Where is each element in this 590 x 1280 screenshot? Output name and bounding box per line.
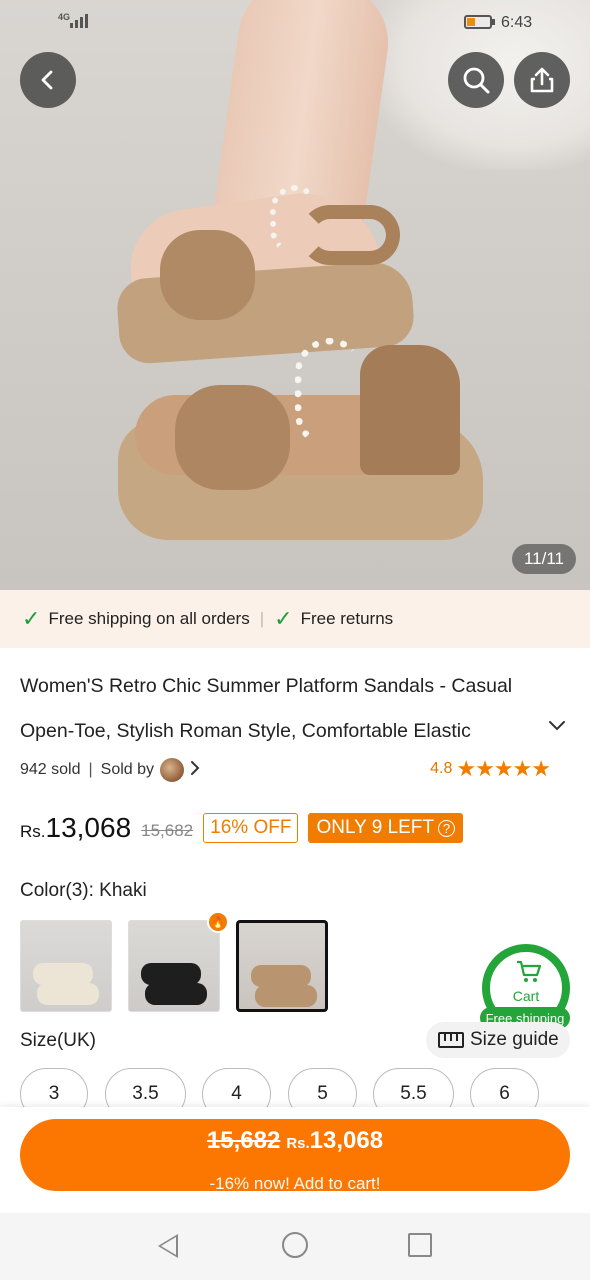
discount-badge: 16% OFF [203, 813, 299, 843]
flame-icon: 🔥 [207, 911, 229, 933]
divider: | [259, 609, 265, 628]
ruler-icon [438, 1032, 464, 1048]
cta-original-price: 15,682 [206, 1127, 281, 1154]
sold-by-label[interactable]: Sold by [101, 761, 154, 779]
check-icon: ✓ [22, 606, 41, 631]
sold-count: 942 sold [20, 761, 81, 778]
cta-subtitle: -16% now! Add to cart! [209, 1174, 381, 1191]
swatch-shoe [37, 983, 99, 1005]
share-icon [530, 67, 554, 93]
status-bar: 4G 6:43 [0, 0, 590, 44]
rating[interactable]: 4.8 ★★★★★ [430, 756, 551, 782]
network-type: 4G [58, 12, 71, 22]
currency: Rs. [20, 822, 46, 841]
stock-text: ONLY 9 LEFT [316, 817, 435, 838]
rating-score: 4.8 [430, 760, 453, 777]
chevron-right-icon[interactable] [190, 760, 200, 781]
cta-price: 15,682 Rs.13,068 [20, 1127, 570, 1155]
price-row: Rs. 13,068 15,682 16% OFF ONLY 9 LEFT ? [20, 806, 464, 850]
swatch-shoe [255, 985, 317, 1007]
product-title: Women'S Retro Chic Summer Platform Sanda… [20, 675, 513, 742]
swatch-shoe [145, 983, 207, 1005]
color-label: Color(3): Khaki [20, 880, 147, 901]
cart-icon [516, 960, 542, 990]
swatch-shoe [141, 963, 201, 985]
swatch-shoe [33, 963, 93, 985]
swatch-shoe [251, 965, 311, 987]
clock: 6:43 [501, 14, 533, 31]
size-guide-label: Size guide [470, 1029, 559, 1050]
add-to-cart-button[interactable]: 15,682 Rs.13,068 -16% now! Add to cart! [20, 1119, 570, 1191]
system-nav-bar [0, 1213, 590, 1280]
current-price: 13,068 [45, 812, 132, 843]
cta-current-price: 13,068 [309, 1127, 384, 1154]
nav-back-icon[interactable] [158, 1234, 178, 1258]
battery-icon [464, 15, 492, 29]
divider: | [88, 761, 93, 778]
color-swatch-white[interactable] [20, 920, 112, 1012]
seller-avatar[interactable] [160, 758, 185, 782]
shipping-banner[interactable]: ✓ Free shipping on all orders | ✓ Free r… [0, 590, 590, 648]
search-button[interactable] [448, 52, 504, 108]
star-rating-icon: ★★★★★ [456, 756, 551, 781]
free-returns-text: Free returns [300, 609, 394, 628]
battery-tip [492, 19, 495, 25]
color-swatch-black[interactable] [128, 920, 220, 1012]
original-price: 15,682 [141, 821, 194, 840]
chevron-down-icon[interactable] [548, 716, 566, 737]
image-pearl-strap [295, 338, 365, 448]
image-pearl-strap [270, 185, 320, 255]
image-sandal-heel-strap [360, 345, 460, 475]
image-sandal-knot [160, 230, 255, 320]
cta-currency: Rs. [286, 1135, 310, 1152]
signal-icon [70, 12, 88, 28]
nav-recents-icon[interactable] [408, 1233, 432, 1257]
back-button[interactable] [20, 52, 76, 108]
stock-badge[interactable]: ONLY 9 LEFT ? [308, 813, 464, 843]
product-meta: 942 sold | Sold by 4.8 ★★★★★ [20, 756, 570, 784]
help-icon: ? [438, 819, 456, 837]
nav-home-icon[interactable] [282, 1232, 308, 1258]
search-icon [463, 67, 490, 94]
color-swatch-khaki[interactable] [236, 920, 328, 1012]
cart-label: Cart [512, 988, 540, 1004]
size-guide-button[interactable]: Size guide [426, 1022, 570, 1058]
check-icon: ✓ [274, 606, 293, 631]
share-button[interactable] [514, 52, 570, 108]
free-shipping-text: Free shipping on all orders [48, 609, 250, 628]
image-sandal-knot [175, 385, 290, 490]
size-label: Size(UK) [20, 1030, 97, 1051]
chevron-left-icon [41, 70, 53, 90]
image-counter: 11/11 [512, 544, 576, 574]
